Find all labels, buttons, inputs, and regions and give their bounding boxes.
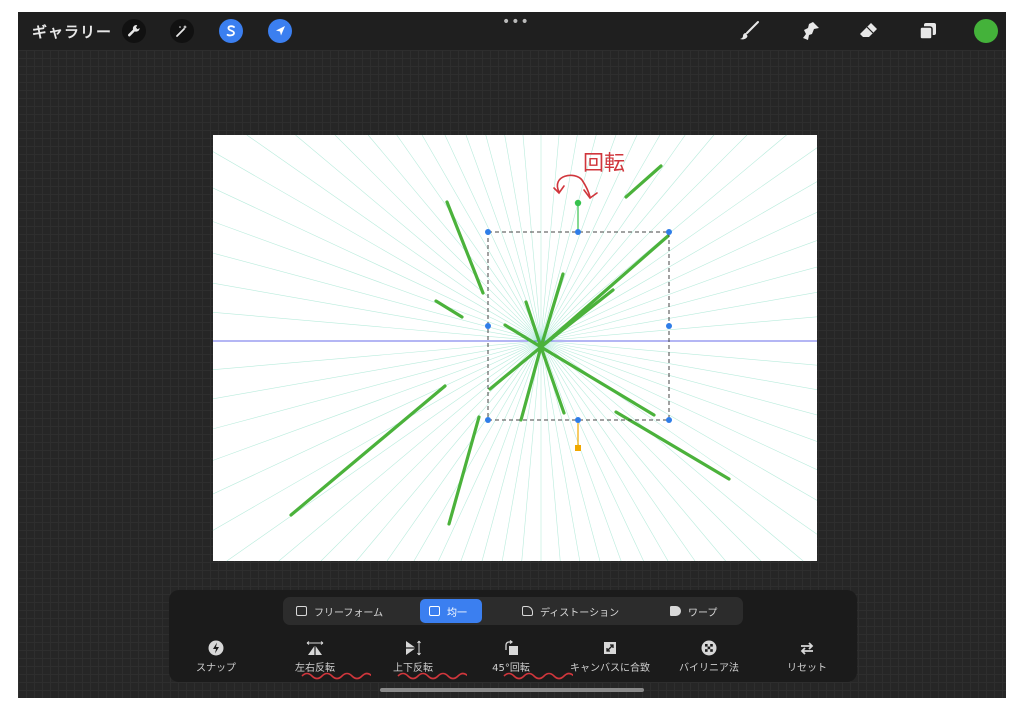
freeform-icon xyxy=(296,606,307,616)
guide-ray xyxy=(485,135,542,342)
eraser-icon[interactable] xyxy=(856,19,882,43)
rotation-handle xyxy=(574,199,582,207)
rotation-annotation xyxy=(553,174,598,200)
stroke xyxy=(445,200,485,295)
flip-horizontal-button[interactable]: 左右反転 xyxy=(265,640,365,674)
handle-top-right xyxy=(666,229,672,235)
transform-mode-switcher: フリーフォーム 均一 ディストーション ワープ xyxy=(283,597,743,625)
handle-bottom-right xyxy=(666,417,672,423)
smudge-icon[interactable] xyxy=(797,19,823,43)
shear-handle xyxy=(575,445,581,451)
guide-ray xyxy=(213,340,542,370)
layers-icon[interactable] xyxy=(915,19,941,43)
guide-ray xyxy=(213,221,542,342)
mode-uniform[interactable]: 均一 xyxy=(420,599,482,623)
guide-ray xyxy=(540,340,817,501)
app-window: ギャラリー ••• 回転 フリーフォーム 均一 ディストーション ワープ スナッ… xyxy=(18,12,1006,698)
mode-distort[interactable]: ディストーション xyxy=(513,599,643,623)
uniform-icon xyxy=(429,606,440,616)
snap-icon xyxy=(166,640,266,656)
guide-ray xyxy=(540,266,817,342)
guide-ray xyxy=(421,135,542,342)
perspective-guides xyxy=(213,135,817,561)
reset-icon xyxy=(757,640,857,656)
guide-ray xyxy=(438,340,542,561)
handle-right xyxy=(666,323,672,329)
color-picker-button[interactable] xyxy=(974,19,998,43)
flip-horizontal-icon xyxy=(265,640,365,656)
guide-ray xyxy=(444,135,542,342)
guide-ray xyxy=(540,340,817,366)
gallery-button[interactable]: ギャラリー xyxy=(32,21,112,42)
fit-to-canvas-icon xyxy=(560,640,660,656)
wrench-icon[interactable] xyxy=(122,19,146,43)
guide-ray xyxy=(460,340,542,561)
guide-ray xyxy=(213,252,542,342)
guide-ray xyxy=(540,316,817,342)
top-toolbar: ギャラリー ••• xyxy=(18,12,1006,50)
handle-left xyxy=(485,323,491,329)
brush-icon[interactable] xyxy=(736,19,762,43)
rotation-annotation-text: 回転 xyxy=(583,152,625,175)
underline-annotation xyxy=(301,672,371,680)
guide-ray xyxy=(540,340,669,561)
selection-icon[interactable] xyxy=(219,19,243,43)
handle-top-left xyxy=(485,229,491,235)
magic-wand-icon[interactable] xyxy=(170,19,194,43)
underline-annotation xyxy=(397,672,467,680)
handle-top xyxy=(575,229,581,235)
stroke xyxy=(624,164,663,199)
flip-vertical-button[interactable]: 上下反転 xyxy=(363,640,463,674)
guide-ray xyxy=(213,151,542,342)
guide-ray xyxy=(522,135,542,342)
guide-ray xyxy=(540,340,644,561)
guide-ray xyxy=(413,340,542,561)
transform-panel: フリーフォーム 均一 ディストーション ワープ スナップ 左右反転 上下反転 4… xyxy=(169,590,857,682)
handle-bottom xyxy=(575,417,581,423)
stroke xyxy=(434,299,464,319)
mode-freeform[interactable]: フリーフォーム xyxy=(287,599,415,623)
drawing-canvas[interactable]: 回転 xyxy=(213,135,817,561)
fit-to-canvas-button[interactable]: キャンバスに合致 xyxy=(560,640,660,674)
guide-ray xyxy=(213,187,542,342)
reset-button[interactable]: リセット xyxy=(757,640,857,674)
guide-ray xyxy=(213,340,542,531)
guide-ray xyxy=(540,135,560,342)
warp-icon xyxy=(670,606,681,616)
interpolation-icon xyxy=(659,640,759,656)
mode-warp[interactable]: ワープ xyxy=(661,599,739,623)
stroke xyxy=(289,384,447,517)
guide-ray xyxy=(540,240,817,342)
snap-button[interactable]: スナップ xyxy=(166,640,266,674)
guide-ray xyxy=(540,340,817,442)
guide-ray xyxy=(213,312,542,342)
transform-arrow-icon[interactable] xyxy=(268,19,292,43)
rotate-45-icon xyxy=(461,640,561,656)
rotate-45-button[interactable]: 45°回転 xyxy=(461,640,561,674)
home-indicator[interactable] xyxy=(380,688,644,692)
guide-ray xyxy=(540,181,817,342)
guide-ray xyxy=(213,340,542,495)
flip-vertical-icon xyxy=(363,640,463,656)
more-options-icon[interactable]: ••• xyxy=(502,14,530,30)
underline-annotation xyxy=(503,672,573,680)
guide-ray xyxy=(213,340,542,430)
distort-icon xyxy=(522,606,533,616)
guide-ray xyxy=(540,340,622,561)
guide-ray xyxy=(540,340,817,416)
stroke xyxy=(614,410,731,481)
handle-bottom-left xyxy=(485,417,491,423)
interpolation-button[interactable]: バイリニア法 xyxy=(659,640,759,674)
guide-ray xyxy=(521,340,542,561)
